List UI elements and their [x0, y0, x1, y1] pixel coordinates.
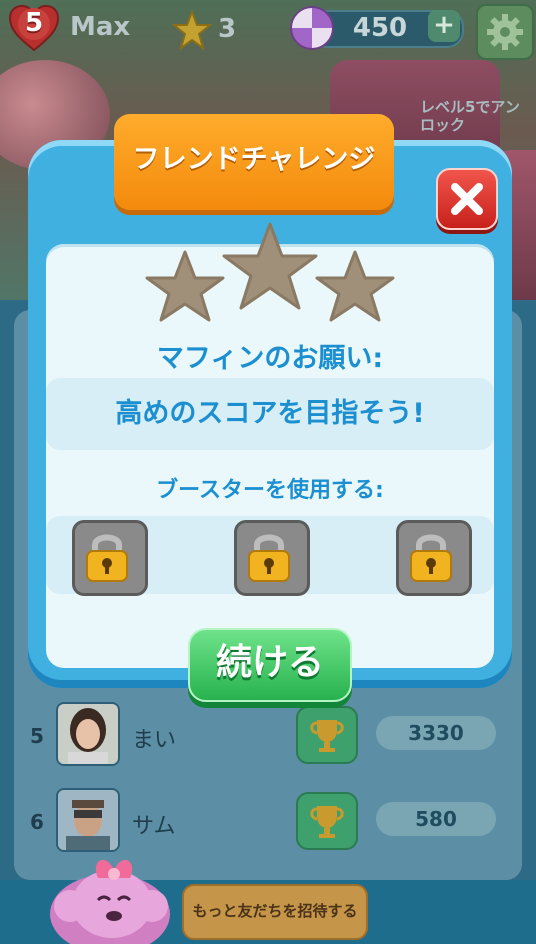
gear-icon — [487, 14, 523, 50]
top-hud: 5 Max 3 450 + レベル5でアンロック — [0, 0, 536, 134]
trophy-icon — [310, 806, 344, 838]
star-empty-icon — [222, 222, 318, 310]
star-rating — [145, 222, 395, 322]
currency-amount: 450 — [352, 13, 408, 43]
star-empty-icon — [315, 250, 395, 322]
avatar — [56, 702, 120, 766]
candy-icon — [290, 6, 334, 50]
booster-row — [46, 516, 494, 596]
booster-slot-locked[interactable] — [396, 520, 472, 596]
continue-button[interactable]: 続ける — [188, 628, 352, 702]
goal-text: 高めのスコアを目指そう! — [115, 398, 425, 429]
invite-friends-button[interactable]: もっと友だちを招待する — [182, 884, 368, 940]
continue-label: 続ける — [215, 642, 324, 683]
player-score: 3330 — [376, 716, 496, 750]
trophy-button[interactable] — [296, 706, 358, 764]
unlock-hint: レベル5でアンロック — [420, 98, 520, 134]
goal-box: 高めのスコアを目指そう! — [46, 378, 494, 450]
goal-heading: マフィンのお願い: — [156, 343, 384, 374]
trophy-button[interactable] — [296, 792, 358, 850]
leaderboard-row[interactable]: 5 まい 3330 — [20, 700, 516, 776]
settings-button[interactable] — [476, 4, 534, 60]
lock-icon — [248, 534, 290, 582]
friend-challenge-dialog: フレンドチャレンジ マフィンのお願い: 高めのスコアを目指そう! ブースターを使… — [28, 114, 512, 702]
booster-label: ブースターを使用する: — [156, 478, 384, 503]
lock-icon — [86, 534, 128, 582]
booster-slot-locked[interactable] — [72, 520, 148, 596]
lives-count: 5 — [24, 8, 44, 38]
dialog-title: フレンドチャレンジ — [132, 144, 376, 175]
mascot-character — [50, 859, 170, 944]
row-rank: 5 — [30, 724, 44, 748]
add-currency-button[interactable]: + — [428, 10, 460, 42]
trophy-icon — [310, 720, 344, 752]
player-score: 580 — [376, 802, 496, 836]
booster-slot-locked[interactable] — [234, 520, 310, 596]
star-icon — [172, 10, 212, 50]
lives-max-label: Max — [70, 12, 131, 42]
lock-icon — [410, 534, 452, 582]
row-rank: 6 — [30, 810, 44, 834]
star-empty-icon — [145, 250, 225, 322]
star-count: 3 — [218, 14, 237, 44]
dialog-title-banner: フレンドチャレンジ — [114, 114, 394, 210]
player-name: まい — [132, 728, 177, 753]
